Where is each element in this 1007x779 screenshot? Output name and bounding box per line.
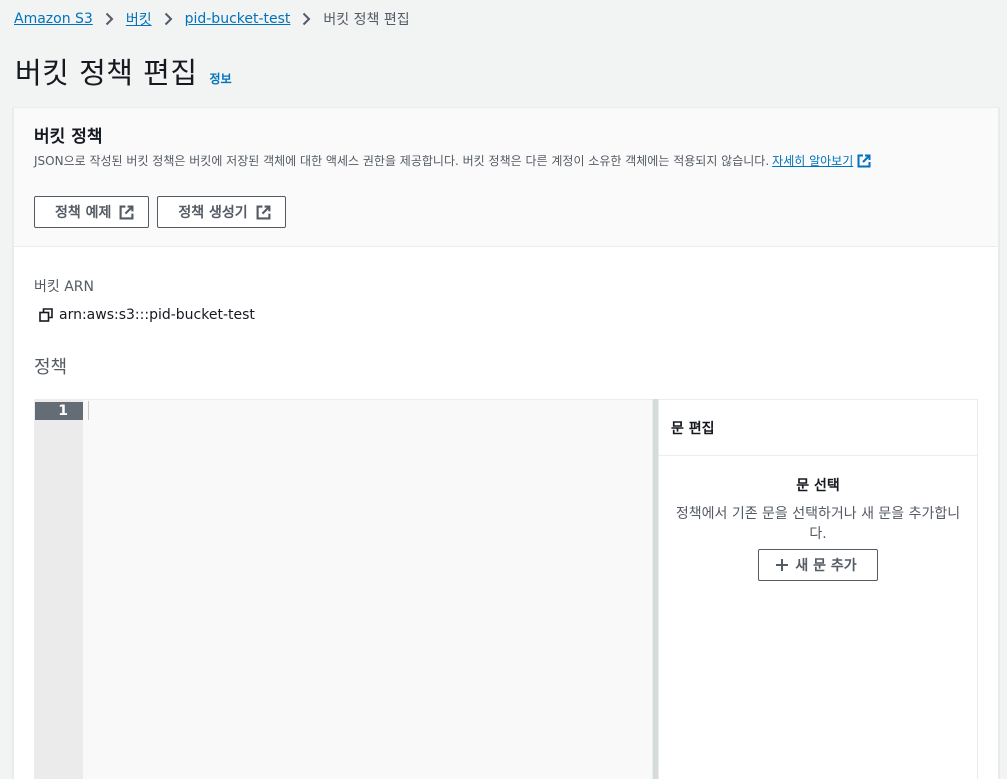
bucket-arn: arn:aws:s3:::pid-bucket-test — [39, 307, 255, 323]
section-heading: 버킷 정책 — [34, 127, 103, 147]
bucket-policy-container: 버킷 정책 JSON으로 작성된 버킷 정책은 버킷에 저장된 객체에 대한 액… — [13, 107, 999, 779]
policy-generator-label: 정책 생성기 — [178, 205, 248, 221]
container-header: 버킷 정책 JSON으로 작성된 버킷 정책은 버킷에 저장된 객체에 대한 액… — [14, 108, 998, 247]
chevron-right-icon — [302, 12, 311, 26]
bucket-arn-value: arn:aws:s3:::pid-bucket-test — [59, 307, 255, 323]
chevron-right-icon — [164, 12, 173, 26]
learn-more-link[interactable]: 자세히 알아보기 — [772, 152, 853, 169]
policy-label: 정책 — [34, 357, 68, 378]
external-link-icon[interactable] — [857, 154, 871, 168]
breadcrumb-bucket-name[interactable]: pid-bucket-test — [185, 11, 291, 27]
chevron-right-icon — [105, 12, 114, 26]
breadcrumb-buckets[interactable]: 버킷 — [126, 9, 152, 29]
plus-icon — [775, 558, 789, 572]
policy-code-editor[interactable]: 1 — [34, 399, 653, 779]
button-row: 정책 예제 정책 생성기 — [34, 196, 978, 228]
page-title: 버킷 정책 편집 — [15, 56, 198, 90]
breadcrumb: Amazon S3 버킷 pid-bucket-test 버킷 정책 편집 — [14, 8, 410, 30]
panel-title: 문 편집 — [659, 400, 977, 456]
page-header: 버킷 정책 편집 정보 — [15, 50, 232, 92]
empty-state: 문 선택 정책에서 기존 문을 선택하거나 새 문을 추가합니다. 새 문 추가 — [659, 475, 977, 581]
empty-state-description: 정책에서 기존 문을 선택하거나 새 문을 추가합니다. — [675, 506, 961, 542]
section-description: JSON으로 작성된 버킷 정책은 버킷에 저장된 객체에 대한 액세스 권한을… — [34, 152, 978, 169]
line-number: 1 — [35, 402, 83, 420]
bucket-arn-label: 버킷 ARN — [34, 279, 94, 295]
add-new-statement-button[interactable]: 새 문 추가 — [758, 549, 878, 581]
policy-examples-label: 정책 예제 — [55, 205, 112, 221]
editor-gutter: 1 — [35, 400, 83, 779]
external-link-icon — [119, 205, 134, 220]
empty-state-title: 문 선택 — [796, 478, 840, 494]
breadcrumb-current: 버킷 정책 편집 — [323, 12, 410, 28]
info-link[interactable]: 정보 — [210, 70, 232, 87]
policy-examples-button[interactable]: 정책 예제 — [34, 196, 150, 228]
description-text: JSON으로 작성된 버킷 정책은 버킷에 저장된 객체에 대한 액세스 권한을… — [34, 154, 770, 168]
edit-statement-panel: 문 편집 문 선택 정책에서 기존 문을 선택하거나 새 문을 추가합니다. 새… — [658, 399, 978, 779]
policy-generator-button[interactable]: 정책 생성기 — [157, 196, 286, 228]
text-cursor — [88, 401, 89, 420]
copy-icon[interactable] — [39, 308, 53, 322]
add-new-statement-label: 새 문 추가 — [795, 558, 857, 574]
breadcrumb-amazon-s3[interactable]: Amazon S3 — [14, 11, 93, 27]
external-link-icon — [256, 205, 271, 220]
